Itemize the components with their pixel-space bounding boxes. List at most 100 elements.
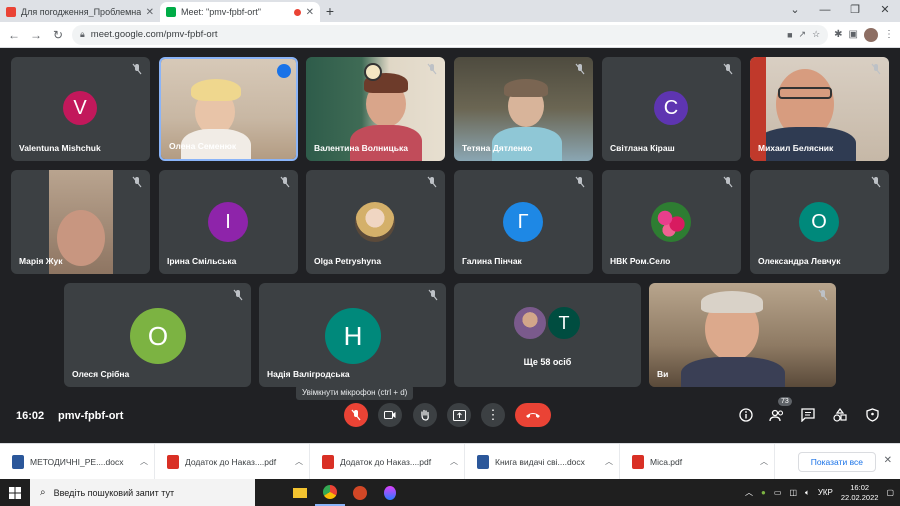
present-button[interactable]	[447, 403, 471, 427]
tab-document[interactable]: Для погодження_Проблемна гр ✕	[0, 2, 160, 22]
minimize-icon[interactable]: —	[810, 0, 840, 20]
download-item[interactable]: Додаток до Наказ....pdf ︿	[310, 443, 465, 480]
host-controls-button[interactable]	[863, 406, 881, 424]
participant-tile[interactable]: C Світлана Кіраш	[602, 57, 741, 161]
participant-tile[interactable]: І Ірина Смільська	[159, 170, 298, 274]
show-all-downloads-button[interactable]: Показати все	[797, 452, 876, 472]
clock[interactable]: 16:02 22.02.2022	[841, 483, 879, 503]
close-window-icon[interactable]: ✕	[870, 0, 900, 20]
mic-off-icon	[871, 63, 881, 75]
meet-area: V Valentuna Mishchuk Олена Семенюк Вален…	[0, 48, 900, 441]
close-icon[interactable]: ✕	[884, 455, 892, 466]
download-file-name: Книга видачі сві....docx	[495, 456, 585, 467]
menu-icon[interactable]: ⋮	[884, 29, 894, 40]
camera-icon[interactable]: ■	[787, 30, 792, 40]
notifications-icon[interactable]: ▢	[886, 488, 894, 497]
people-button[interactable]	[768, 406, 786, 424]
download-bar: МЕТОДИЧНІ_РЕ....docx ︿ Додаток до Наказ.…	[0, 443, 900, 480]
download-item[interactable]: Міса.pdf ︿	[620, 443, 775, 480]
participant-tile[interactable]: НВК Ром.Село	[602, 170, 741, 274]
windows-icon	[9, 486, 21, 499]
more-options-button[interactable]: ⋮	[481, 403, 505, 427]
file-explorer-icon[interactable]	[285, 479, 315, 506]
chevron-up-icon[interactable]: ︿	[605, 456, 619, 467]
chevron-up-icon[interactable]: ︿	[450, 456, 464, 467]
participant-tile[interactable]: Марія Жук	[11, 170, 150, 274]
tray-app-icon[interactable]: ●	[761, 488, 766, 497]
network-icon[interactable]: ◫	[789, 488, 797, 497]
language-indicator[interactable]: УКР	[818, 488, 833, 497]
pdf-file-icon	[632, 454, 644, 469]
window-controls: ⌄ — ❐ ✕	[780, 0, 900, 20]
participant-tile[interactable]: Михаил Белясник	[750, 57, 889, 161]
participant-tile-self[interactable]: Ви	[649, 283, 836, 387]
camera-toggle-button[interactable]	[378, 403, 402, 427]
avatar: Т	[546, 305, 582, 341]
mic-off-icon	[280, 176, 290, 188]
share-icon[interactable]: ↗	[799, 29, 807, 40]
chrome-icon[interactable]	[315, 479, 345, 506]
meeting-time: 16:02	[16, 410, 45, 422]
participant-tile[interactable]: Olga Petryshyna	[306, 170, 445, 274]
participant-tile[interactable]: Валентина Волницька	[306, 57, 445, 161]
clock-time: 16:02	[850, 482, 870, 492]
participant-name: Світлана Кіраш	[610, 143, 675, 153]
recording-icon	[293, 8, 301, 16]
participant-tile[interactable]: Тетяна Дятленко	[454, 57, 593, 161]
restore-icon[interactable]: ❐	[840, 0, 870, 20]
new-tab-button[interactable]: +	[320, 2, 340, 22]
sidebar-icon[interactable]: ▣	[849, 29, 858, 40]
leave-call-button[interactable]	[515, 403, 551, 427]
participant-tile[interactable]: О Олеся Срібна	[64, 283, 251, 387]
participant-tile[interactable]: Н Надія Валігродська	[259, 283, 446, 387]
powerpoint-icon[interactable]	[345, 479, 375, 506]
participant-tile[interactable]: Олена Семенюк	[159, 57, 298, 161]
address-bar[interactable]: 🔒︎ meet.google.com/pmv-fpbf-ort ■ ↗ ☆	[72, 24, 829, 45]
reload-icon[interactable]: ↻	[50, 28, 66, 42]
participant-name: Olga Petryshyna	[314, 256, 382, 266]
chevron-up-icon[interactable]: ︿	[295, 456, 309, 467]
chevron-up-icon[interactable]: ︿	[745, 487, 753, 498]
battery-icon[interactable]: ▭	[774, 488, 782, 497]
mic-toggle-button[interactable]	[344, 403, 368, 427]
close-icon[interactable]: ✕	[146, 7, 154, 18]
info-icon	[739, 408, 753, 422]
back-icon[interactable]: ←	[6, 28, 22, 42]
participant-tile-others[interactable]: Т Ще 58 осіб	[454, 283, 641, 387]
participant-tile[interactable]: О Олександра Левчук	[750, 170, 889, 274]
start-button[interactable]	[0, 479, 30, 506]
hand-icon	[421, 409, 429, 421]
video-icon	[384, 411, 396, 419]
activities-button[interactable]	[831, 406, 849, 424]
close-icon[interactable]: ✕	[306, 7, 314, 18]
download-item[interactable]: Книга видачі сві....docx ︿	[465, 443, 620, 480]
activities-icon	[833, 408, 847, 422]
taskbar-search[interactable]: ⌕ Введіть пошуковий запит тут	[30, 479, 255, 506]
mic-off-icon	[428, 289, 438, 301]
mic-off-icon	[723, 63, 733, 75]
volume-icon[interactable]: 🔈︎	[805, 488, 810, 498]
download-item[interactable]: Додаток до Наказ....pdf ︿	[155, 443, 310, 480]
participant-tile[interactable]: V Valentuna Mishchuk	[11, 57, 150, 161]
chevron-up-icon[interactable]: ︿	[760, 456, 774, 467]
avatar	[512, 305, 548, 341]
people-icon	[769, 409, 784, 421]
avatar[interactable]	[864, 27, 878, 42]
tab-meet[interactable]: Meet: "pmv-fpbf-ort" ✕	[160, 2, 320, 22]
chevron-up-icon[interactable]: ︿	[140, 456, 154, 467]
chat-button[interactable]	[799, 406, 817, 424]
participant-tile[interactable]: Г Галина Пінчак	[454, 170, 593, 274]
participant-name: Марія Жук	[19, 256, 63, 266]
mic-off-icon	[575, 176, 585, 188]
forward-icon[interactable]: →	[28, 28, 44, 42]
raise-hand-button[interactable]	[413, 403, 437, 427]
phone-hangup-icon	[526, 413, 540, 418]
mic-off-icon	[723, 176, 733, 188]
download-item[interactable]: МЕТОДИЧНІ_РЕ....docx ︿	[0, 443, 155, 480]
avatar: C	[654, 91, 688, 125]
meeting-details-button[interactable]	[737, 406, 755, 424]
extensions-icon[interactable]: ✱	[834, 29, 842, 40]
star-icon[interactable]: ☆	[812, 29, 820, 40]
app-icon[interactable]	[375, 479, 405, 506]
chevron-down-icon[interactable]: ⌄	[780, 0, 810, 20]
